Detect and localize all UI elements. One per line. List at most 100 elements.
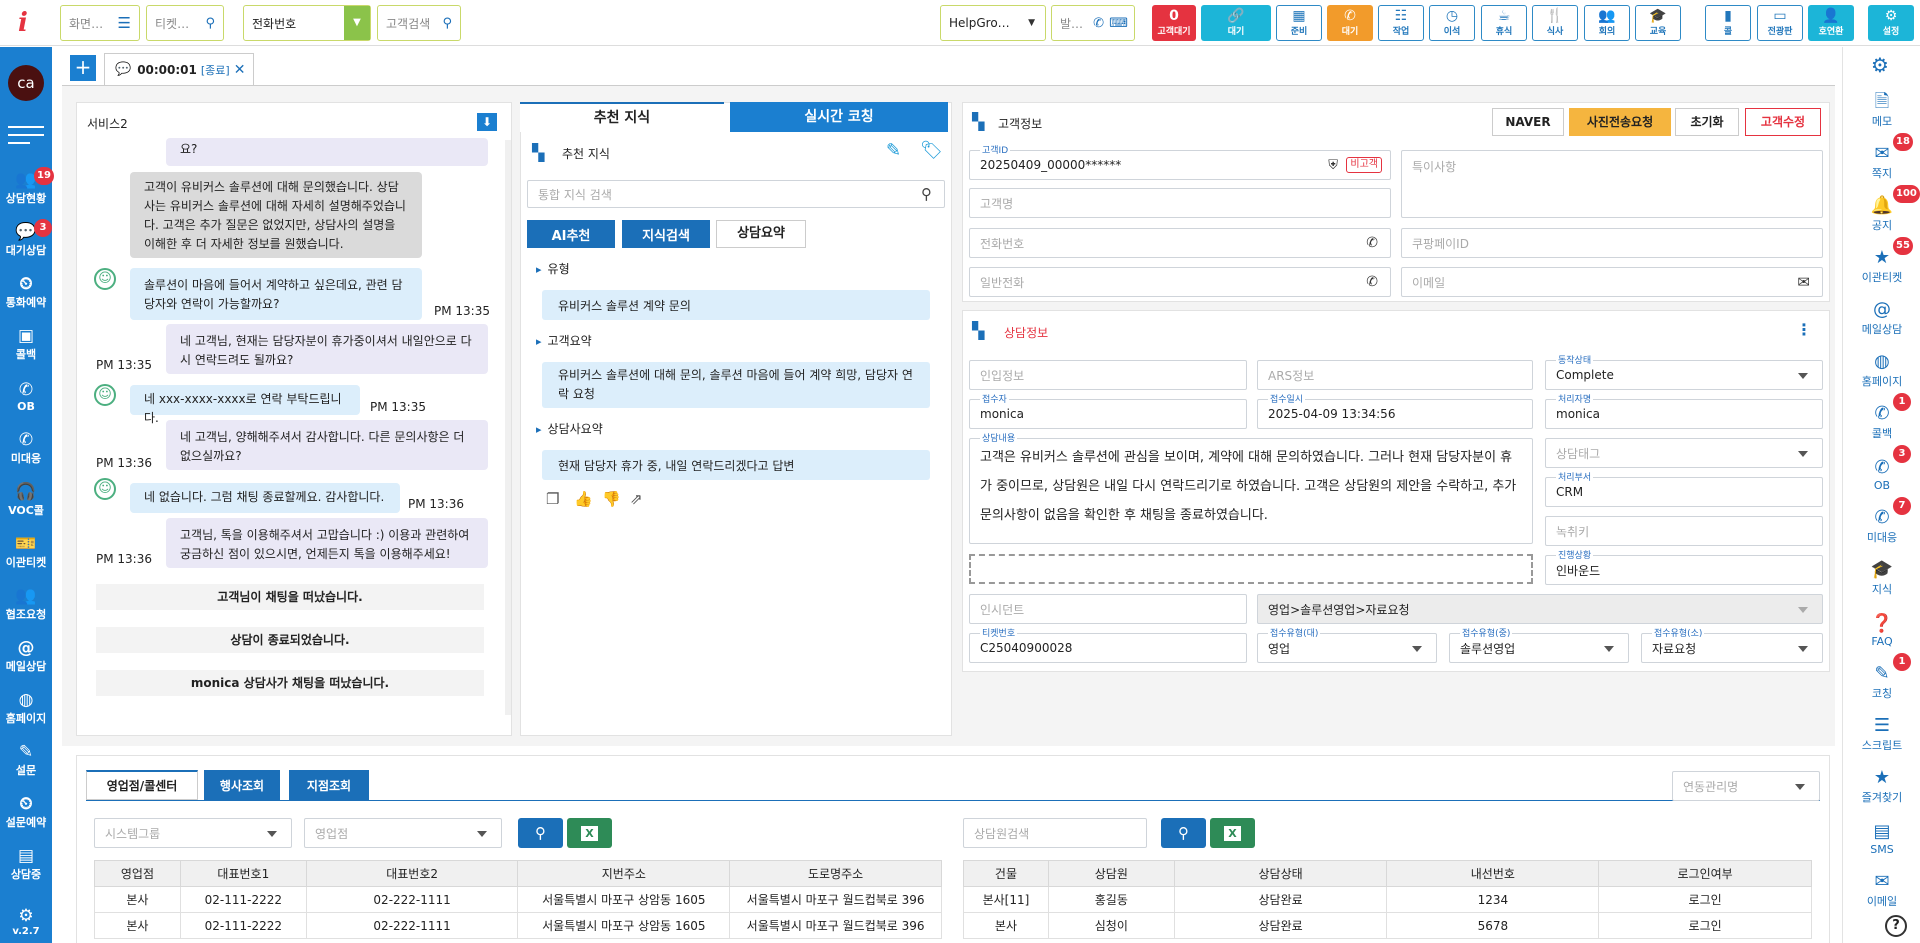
screen-input[interactable]: 화면… ☰: [60, 5, 140, 41]
sidebar-item-homepage[interactable]: ◍ 홈페이지: [1843, 345, 1920, 395]
status-button-prepare[interactable]: ▦ 준비: [1276, 5, 1322, 41]
consult-content-textarea[interactable]: 상담내용 고객은 유비커스 솔루션에 관심을 보이며, 계약에 대해 문의하였습니…: [969, 434, 1533, 544]
receiver-field[interactable]: 접수자 monica: [969, 395, 1247, 429]
ticket-number-field[interactable]: 티켓번호 C25040900028: [969, 629, 1247, 663]
branch-search-button[interactable]: ⚲: [518, 818, 563, 848]
department-field[interactable]: 처리부서 CRM: [1545, 473, 1823, 507]
table-row[interactable]: 본사[11] 홍길동 상담완료 1234 로그인: [963, 886, 1812, 913]
consult-tag-select[interactable]: 상담태그: [1545, 438, 1823, 468]
agent-search-input[interactable]: 상담원검색: [963, 818, 1147, 848]
category-path-select[interactable]: 영업>솔루션영업>자료요청: [1257, 594, 1823, 624]
copy-icon[interactable]: ❐: [546, 490, 559, 508]
special-note-field[interactable]: 특이사항: [1401, 150, 1823, 218]
status-select[interactable]: 동작상태 Complete: [1545, 356, 1823, 390]
phone-type-select[interactable]: 전화번호 ▼: [243, 5, 371, 41]
phone-icon[interactable]: ✆: [1366, 235, 1378, 251]
branch-select[interactable]: 영업점: [304, 818, 502, 848]
system-group-select[interactable]: 시스템그룹: [94, 818, 292, 848]
keyboard-icon[interactable]: ⌨: [1109, 16, 1128, 31]
phone-field[interactable]: 전화번호 ✆: [969, 228, 1391, 258]
agent-excel-button[interactable]: X: [1210, 818, 1255, 848]
avatar[interactable]: ca: [8, 65, 44, 101]
agent-search-button[interactable]: ⚲: [1161, 818, 1206, 848]
type-small-select[interactable]: 접수유형(소) 자료요청: [1641, 629, 1823, 663]
status-button-meeting[interactable]: 👥 회의: [1584, 5, 1630, 41]
share-icon[interactable]: ⇗: [630, 490, 643, 508]
sidebar-item-mail[interactable]: @ 메일상담: [1843, 293, 1920, 343]
incident-field[interactable]: 인시던트: [969, 594, 1247, 624]
tab-branch-lookup[interactable]: 지점조회: [289, 770, 369, 800]
sidebar-item-memo[interactable]: 🗎 메모: [1843, 85, 1920, 135]
add-tab-button[interactable]: +: [70, 55, 96, 81]
ai-recommend-button[interactable]: AI추천: [527, 220, 615, 248]
user-profile-button[interactable]: 👤 호연환: [1808, 5, 1854, 41]
download-icon[interactable]: ⬇: [477, 113, 497, 131]
search-icon[interactable]: ⚲: [921, 185, 932, 203]
tab-branch-callcenter[interactable]: 영업점/콜센터: [86, 770, 198, 800]
edit-customer-button[interactable]: 고객수정: [1745, 108, 1821, 136]
type-large-select[interactable]: 접수유형(대) 영업: [1257, 629, 1437, 663]
shield-icon[interactable]: ⛨: [1328, 158, 1338, 173]
branch-excel-button[interactable]: X: [567, 818, 612, 848]
hamburger-menu-icon[interactable]: [8, 123, 44, 145]
dashboard-button[interactable]: ▭ 전광판: [1757, 5, 1803, 41]
menu-icon[interactable]: ☰: [118, 14, 131, 32]
sidebar-item-email[interactable]: ✉ 이메일: [1843, 865, 1920, 915]
table-row[interactable]: 본사 심청이 상담완료 5678 로그인: [963, 912, 1812, 939]
sidebar-item-voc-call[interactable]: 🎧 VOC콜: [0, 477, 52, 523]
close-icon[interactable]: ✕: [234, 62, 246, 78]
search-icon[interactable]: ⚲: [442, 16, 452, 31]
sidebar-item-ob[interactable]: ✆ OB: [0, 373, 52, 419]
status-button-away[interactable]: ◷ 이석: [1429, 5, 1475, 41]
sidebar-item-survey[interactable]: ✎ 설문: [0, 737, 52, 783]
thumbs-up-icon[interactable]: 👍: [574, 490, 593, 508]
tab-event-lookup[interactable]: 행사조회: [204, 770, 280, 800]
waiting-counter[interactable]: 0 고객대기: [1152, 5, 1196, 41]
customer-name-field[interactable]: 고객명: [969, 188, 1391, 218]
settings-button[interactable]: ⚙ 설정: [1868, 5, 1914, 41]
progress-field[interactable]: 진행상황 인바운드: [1545, 551, 1823, 585]
edit-screen-icon[interactable]: ✎: [886, 140, 901, 161]
tab-recommend-knowledge[interactable]: 추천 지식: [520, 102, 724, 132]
consult-summary-button[interactable]: 상담요약: [716, 220, 806, 248]
sidebar-item-survey-reservation[interactable]: ⏲ 설문예약: [0, 789, 52, 835]
photo-request-button[interactable]: 사진전송요청: [1569, 108, 1671, 136]
handler-field[interactable]: 처리자명 monica: [1545, 395, 1823, 429]
contact-management-select[interactable]: 연동관리명: [1672, 771, 1820, 801]
sidebar-item-sms[interactable]: ▤ SMS: [1843, 813, 1920, 863]
status-button-rest[interactable]: ☕ 휴식: [1481, 5, 1527, 41]
coupang-id-field[interactable]: 쿠팡페이ID: [1401, 228, 1823, 258]
status-button-meal[interactable]: 🍴 식사: [1532, 5, 1578, 41]
sidebar-item-favorites[interactable]: ★ 즐겨찾기: [1843, 761, 1920, 811]
session-tab[interactable]: 💬 00:00:01 [종료] ✕: [104, 53, 254, 85]
chevron-down-icon[interactable]: ▼: [344, 6, 370, 40]
record-key-field[interactable]: 녹취키: [1545, 516, 1823, 546]
more-vertical-icon[interactable]: ⋮: [1796, 320, 1812, 339]
tag-icon[interactable]: 🏷: [920, 140, 943, 161]
email-field[interactable]: 이메일 ✉: [1401, 267, 1823, 297]
sidebar-item-mail[interactable]: @ 메일상담: [0, 633, 52, 679]
sidebar-item-call-reservation[interactable]: ⏲ 통화예약: [0, 269, 52, 315]
search-icon[interactable]: ⚲: [205, 16, 215, 31]
table-row[interactable]: 본사 02-111-2222 02-222-1111 서울특별시 마포구 상암동…: [94, 886, 942, 913]
naver-button[interactable]: NAVER: [1492, 108, 1564, 136]
status-button-work[interactable]: ☷ 작업: [1378, 5, 1424, 41]
receive-time-field[interactable]: 접수일시 2025-04-09 13:34:56: [1257, 395, 1533, 429]
reset-button[interactable]: 초기화: [1675, 108, 1739, 136]
customer-id-field[interactable]: 고객ID 20250409_00000****** ⛨ 비고객: [969, 146, 1391, 180]
sidebar-item-knowledge[interactable]: 🎓 지식: [1843, 553, 1920, 603]
sidebar-item-callback[interactable]: ▣ 콜백: [0, 321, 52, 367]
sidebar-item-script[interactable]: ☰ 스크립트: [1843, 709, 1920, 759]
general-phone-field[interactable]: 일반전화 ✆: [969, 267, 1391, 297]
sidebar-item-faq[interactable]: ❓ FAQ: [1843, 605, 1920, 655]
phone-icon[interactable]: ✆: [1366, 274, 1378, 290]
chat-scroll-track[interactable]: [505, 140, 511, 715]
help-icon[interactable]: ?: [1885, 915, 1907, 937]
table-row[interactable]: 본사 02-111-2222 02-222-1111 서울특별시 마포구 상암동…: [94, 912, 942, 939]
call-stats-button[interactable]: ▮ 콜: [1705, 5, 1751, 41]
status-button-education[interactable]: 🎓 교육: [1635, 5, 1681, 41]
knowledge-search-input[interactable]: 통합 지식 검색 ⚲: [527, 180, 945, 208]
status-button-ready[interactable]: 🔗 대기: [1201, 5, 1271, 41]
tab-realtime-coaching[interactable]: 실시간 코칭: [730, 102, 948, 132]
customer-search-input[interactable]: 고객검색 ⚲: [377, 5, 461, 41]
